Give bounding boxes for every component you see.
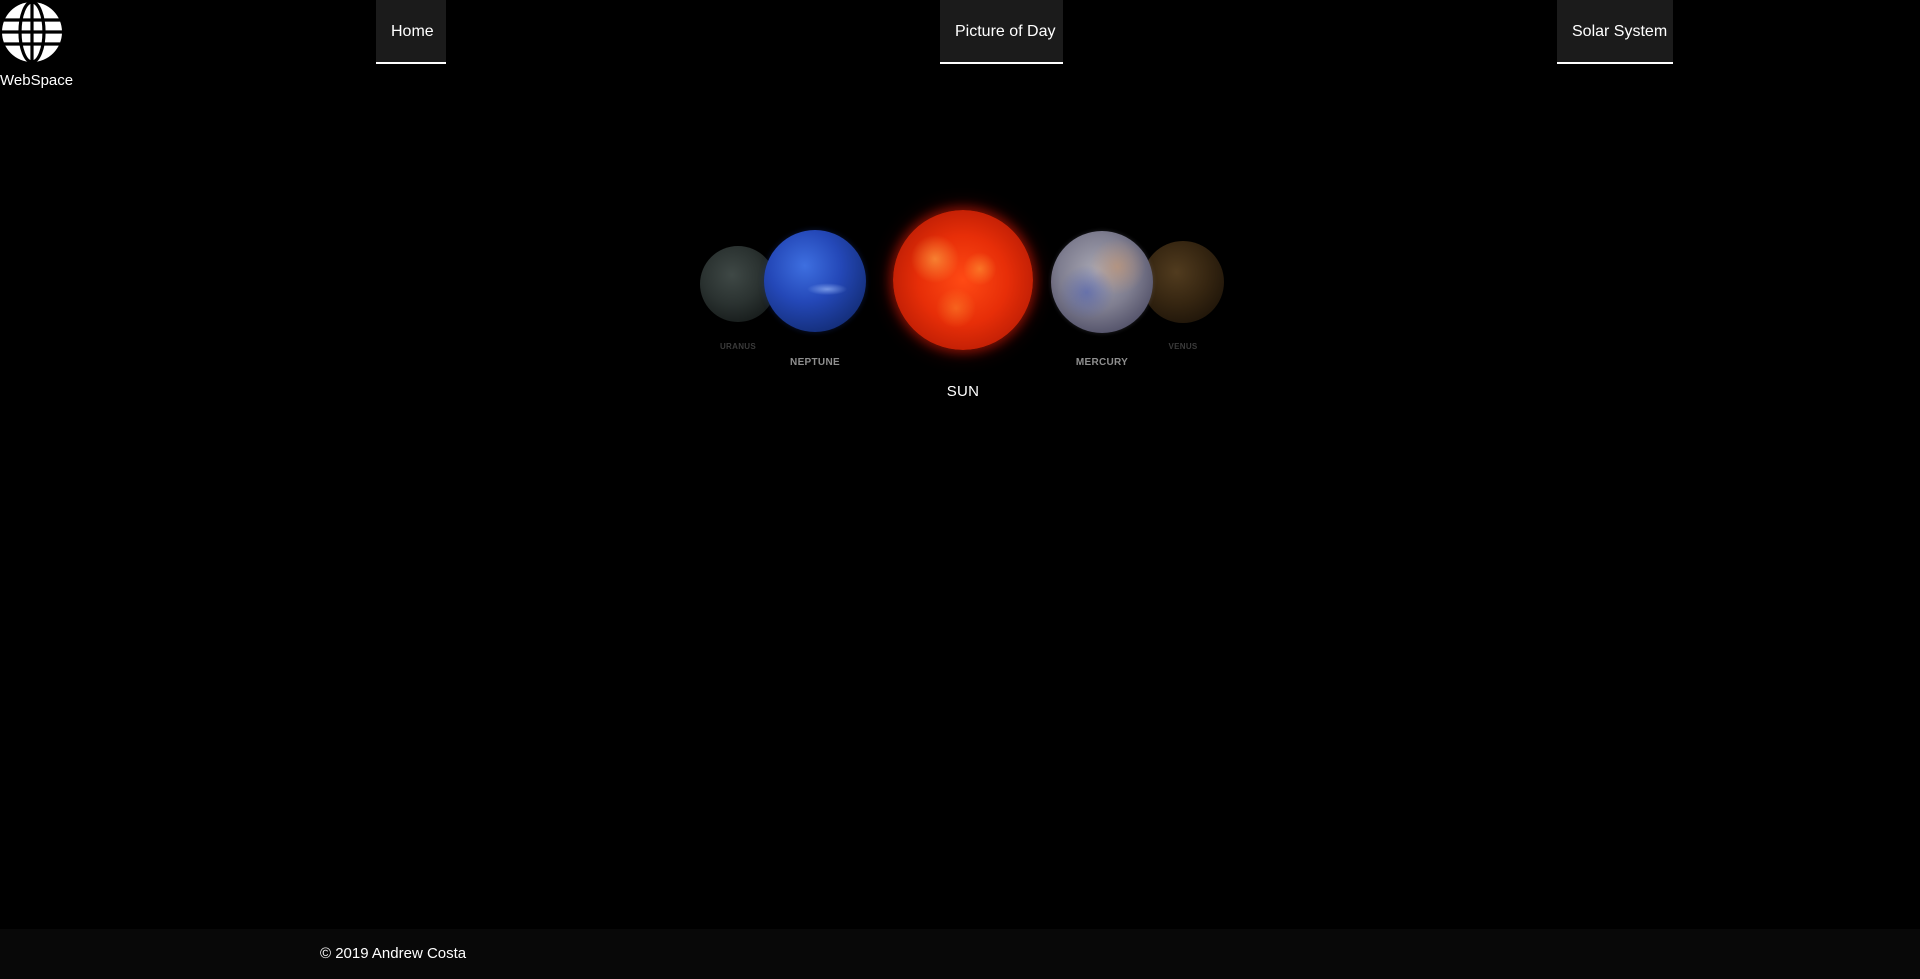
brand-logo[interactable]: WebSpace <box>0 0 74 92</box>
page: WebSpace Home Picture of Day Solar Syste… <box>0 0 1920 979</box>
nav-home[interactable]: Home <box>376 0 446 64</box>
planet-carousel: URANUS NEPTUNE SUN MERCURY VENUS <box>690 190 1230 410</box>
planet-label-neptune[interactable]: NEPTUNE <box>765 357 865 368</box>
globe-icon <box>2 0 62 64</box>
planet-venus[interactable] <box>1142 241 1224 323</box>
nav-picture-of-day[interactable]: Picture of Day <box>940 0 1063 64</box>
planet-mercury[interactable] <box>1051 231 1153 333</box>
footer: © 2019 Andrew Costa <box>0 929 1920 979</box>
planet-label-sun[interactable]: SUN <box>903 383 1023 400</box>
planet-neptune[interactable] <box>764 230 866 332</box>
nav-solar-system[interactable]: Solar System <box>1557 0 1673 64</box>
planet-sun[interactable] <box>893 210 1033 350</box>
brand-name: WebSpace <box>0 72 74 89</box>
planet-label-venus[interactable]: VENUS <box>1135 342 1231 351</box>
footer-copyright: © 2019 Andrew Costa <box>320 945 467 962</box>
planet-label-mercury[interactable]: MERCURY <box>1052 357 1152 368</box>
planet-label-uranus[interactable]: URANUS <box>690 342 786 351</box>
